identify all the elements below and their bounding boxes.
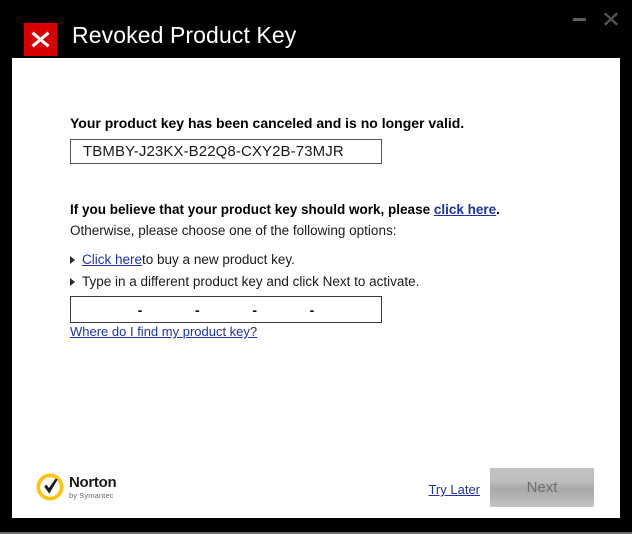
next-button[interactable]: Next <box>490 468 594 507</box>
error-x-icon <box>24 23 57 56</box>
page-title: Revoked Product Key <box>72 22 297 48</box>
close-button[interactable] <box>600 8 622 30</box>
believe-click-here-link[interactable]: click here <box>434 202 496 217</box>
title-bar: Revoked Product Key <box>0 0 632 58</box>
norton-byline: by Symantec <box>69 490 114 500</box>
product-key-input[interactable]: - - - - <box>70 296 382 323</box>
try-later-link[interactable]: Try Later <box>428 482 480 497</box>
norton-logo: Norton by Symantec <box>35 472 117 502</box>
type-different-key-text: Type in a different product key and clic… <box>82 274 420 289</box>
otherwise-message: Otherwise, please choose one of the foll… <box>70 223 397 238</box>
norton-wordmark: Norton <box>69 473 117 491</box>
triangle-right-icon <box>70 277 75 286</box>
believe-suffix-text: . <box>496 202 500 217</box>
revoked-key-field[interactable]: TBMBY-J23KX-B22Q8-CXY2B-73MJR <box>70 139 382 164</box>
key-separator: - <box>137 301 143 318</box>
key-separator: - <box>309 301 315 318</box>
key-separator: - <box>252 301 257 318</box>
revoked-key-value: TBMBY-J23KX-B22Q8-CXY2B-73MJR <box>83 143 344 160</box>
minimize-icon <box>572 17 586 21</box>
triangle-right-icon <box>70 255 75 264</box>
believe-prefix-text: If you believe that your product key sho… <box>70 202 431 217</box>
dialog-content: Your product key has been canceled and i… <box>12 58 620 518</box>
norton-logo-text: Norton by Symantec <box>69 473 117 500</box>
option-type-different-key: Type in a different product key and clic… <box>70 274 419 289</box>
key-separator: - <box>194 301 200 318</box>
believe-message: If you believe that your product key sho… <box>70 202 500 217</box>
buy-new-key-link[interactable]: Click here <box>82 252 142 267</box>
revoked-product-key-window: Revoked Product Key Your product key has… <box>0 0 632 534</box>
check-shield-icon <box>36 473 64 501</box>
close-icon <box>604 12 618 26</box>
minimize-button[interactable] <box>568 8 590 30</box>
buy-new-key-text: to buy a new product key. <box>142 252 295 267</box>
option-buy-new-key: Click here to buy a new product key. <box>70 252 295 267</box>
where-find-key-link[interactable]: Where do I find my product key? <box>70 324 257 339</box>
headline-message: Your product key has been canceled and i… <box>70 115 465 131</box>
window-controls <box>568 8 622 30</box>
